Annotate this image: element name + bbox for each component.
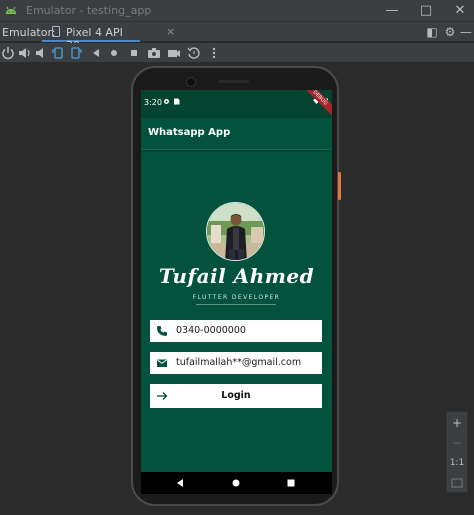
app-bar: Whatsapp App <box>141 118 332 150</box>
earpiece-speaker <box>219 80 249 83</box>
phone-card[interactable]: 0340-0000000 <box>150 320 322 342</box>
more-icon[interactable] <box>206 45 222 61</box>
phone-side-button[interactable] <box>338 172 341 200</box>
minimize-panel-icon[interactable]: — <box>458 24 474 40</box>
tab-pixel-4-api-30[interactable]: Pixel 4 API 30 × <box>42 22 175 52</box>
fit-screen-icon[interactable] <box>447 474 467 492</box>
zoom-in-button[interactable]: + <box>447 414 467 432</box>
email-card[interactable]: tufailmallah**@gmail.com <box>150 352 322 374</box>
zoom-panel: + − 1:1 <box>446 411 468 493</box>
profile-divider <box>196 304 276 305</box>
close-icon[interactable]: ✕ <box>448 2 472 20</box>
settings-gear-icon[interactable]: ⚙ <box>442 24 458 40</box>
zoom-out-button[interactable]: − <box>447 434 467 452</box>
device-icon <box>52 26 60 37</box>
settings-notification-icon <box>164 99 169 104</box>
overview-icon[interactable] <box>126 45 142 61</box>
home-icon[interactable] <box>106 45 122 61</box>
screenshot-icon[interactable] <box>146 45 162 61</box>
phone-number: 0340-0000000 <box>176 325 246 336</box>
profile-subtitle: FLUTTER DEVELOPER <box>192 294 281 301</box>
status-time: 3:20 <box>144 98 162 107</box>
window-mode-icon[interactable]: ◧ <box>424 24 440 40</box>
tab-close-icon[interactable]: × <box>166 25 175 38</box>
phone-screen: 3:20 DEBUG Whatsapp App Tufail Ahmed FLU… <box>141 90 332 472</box>
login-label: Login <box>221 390 251 401</box>
maximize-icon[interactable]: □ <box>414 2 438 20</box>
emulator-toolbar <box>0 43 474 63</box>
minimize-icon[interactable]: — <box>380 2 404 20</box>
emulator-window: Emulator - testing_app — □ ✕ Emulator: P… <box>0 0 474 515</box>
window-title: Emulator - testing_app <box>26 4 152 17</box>
zoom-actual-size-button[interactable]: 1:1 <box>447 454 467 472</box>
app-title: Whatsapp App <box>148 127 231 138</box>
front-camera-icon <box>186 77 196 87</box>
email-icon <box>157 359 167 367</box>
android-logo-icon <box>6 6 16 14</box>
login-button[interactable]: Login <box>150 384 322 408</box>
phone-icon <box>157 326 167 336</box>
screen-record-icon[interactable] <box>166 45 182 61</box>
rotate-right-icon[interactable] <box>68 45 84 61</box>
back-icon[interactable] <box>88 45 104 61</box>
nav-overview-icon[interactable] <box>285 477 297 489</box>
sd-card-icon <box>174 98 180 105</box>
volume-down-icon[interactable] <box>32 45 48 61</box>
snapshot-icon[interactable] <box>186 45 202 61</box>
profile-name: Tufail Ahmed <box>158 264 315 288</box>
nav-back-icon[interactable] <box>174 477 186 489</box>
emulator-tab-bar: Emulator: Pixel 4 API 30 × ◧ ⚙ — <box>0 22 474 52</box>
email-address: tufailmallah**@gmail.com <box>176 357 302 368</box>
profile-avatar <box>206 202 265 261</box>
power-icon[interactable] <box>0 45 16 61</box>
android-nav-bar <box>141 472 332 494</box>
title-bar: Emulator - testing_app — □ ✕ <box>0 0 474 22</box>
volume-up-icon[interactable] <box>16 45 32 61</box>
rotate-left-icon[interactable] <box>50 45 66 61</box>
nav-home-icon[interactable] <box>230 477 242 489</box>
status-bar: 3:20 DEBUG <box>141 90 332 120</box>
